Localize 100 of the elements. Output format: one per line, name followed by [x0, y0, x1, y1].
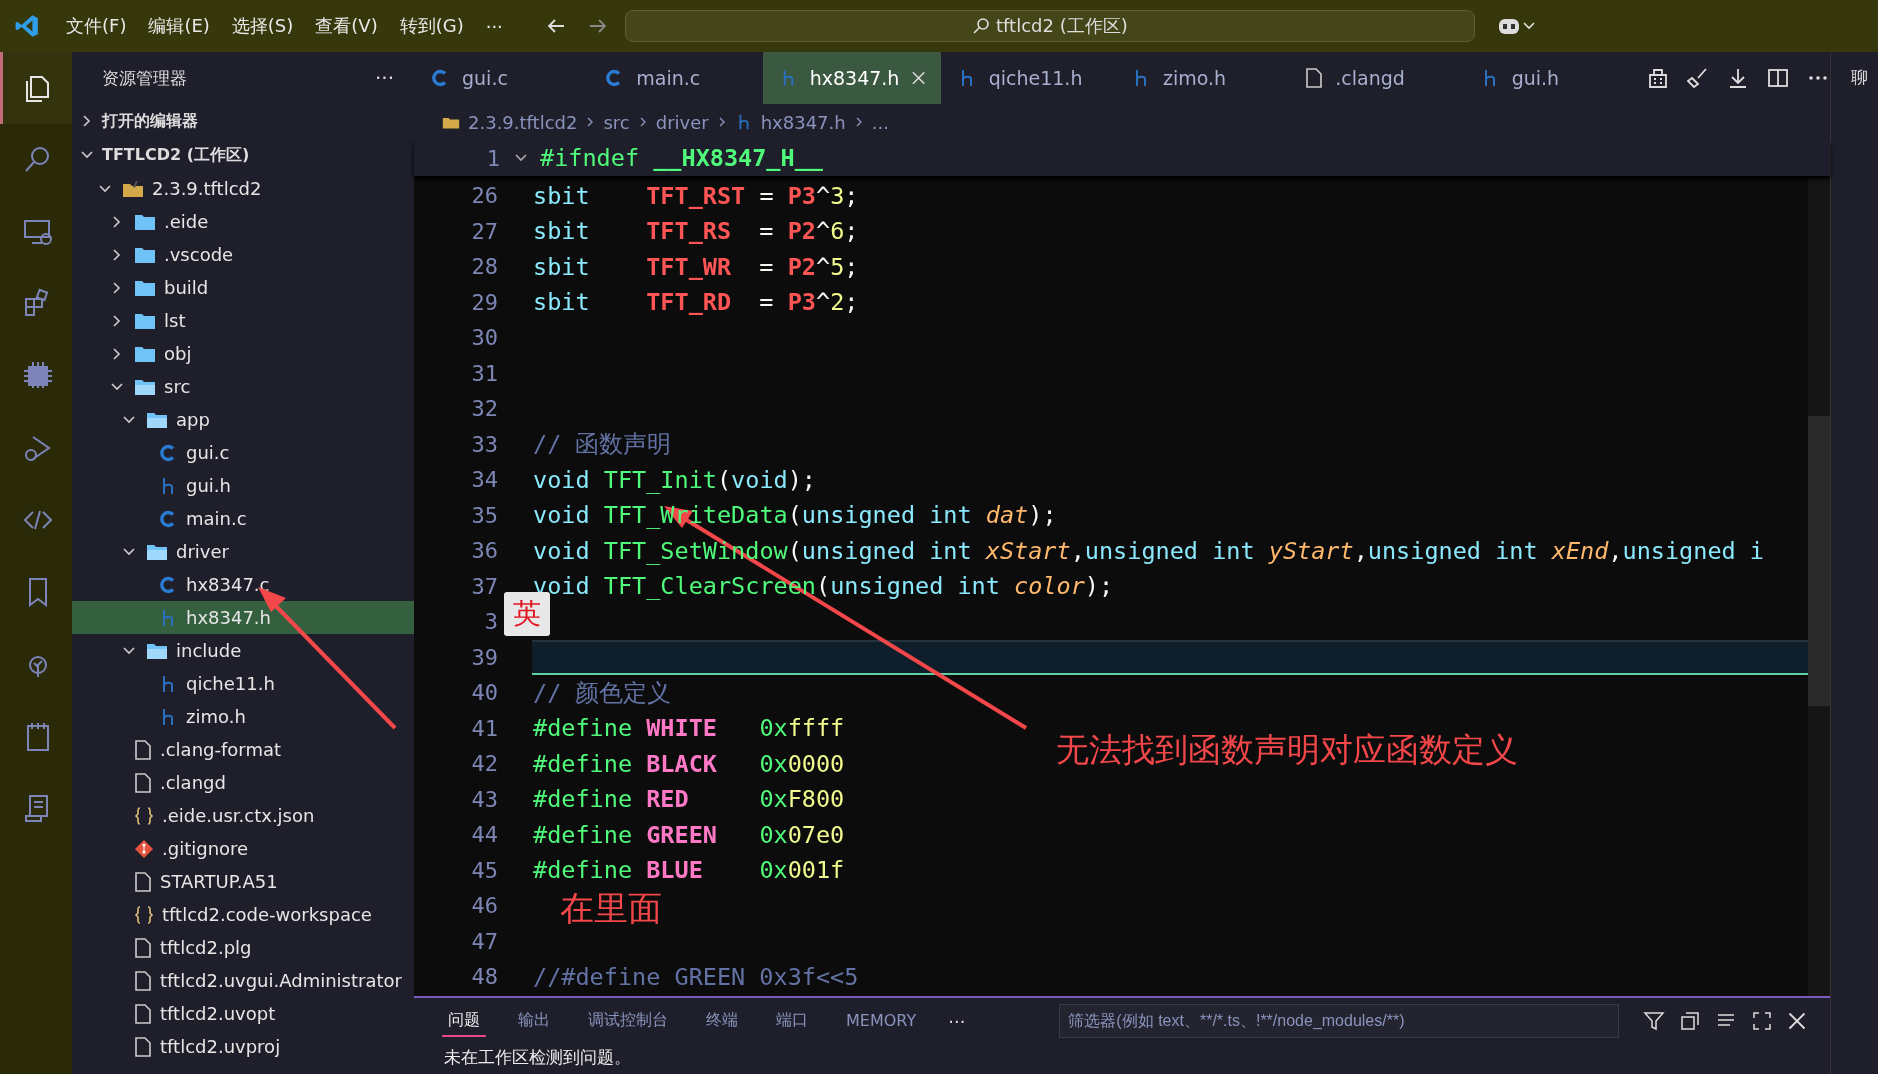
line-number: 31 — [470, 360, 498, 386]
line-number: 33 — [470, 431, 498, 457]
more-button[interactable]: ··· — [374, 66, 394, 90]
panel-title: 聊 — [1851, 67, 1868, 87]
tree-item[interactable]: obj — [72, 337, 414, 370]
editor-tab[interactable]: hx8347.h — [762, 52, 941, 104]
line-number: 41 — [470, 715, 498, 741]
filter-icon[interactable] — [1643, 1010, 1666, 1032]
activity-button[interactable] — [0, 52, 72, 124]
split-editor-icon[interactable] — [1765, 66, 1790, 90]
panel-tab[interactable]: MEMORY — [840, 1006, 923, 1036]
line-number: 48 — [470, 964, 498, 990]
editor-tab[interactable]: qiche11.h — [940, 52, 1115, 104]
tree-item[interactable]: .clang-format — [72, 733, 414, 766]
folder-icon — [146, 410, 168, 429]
filter-field[interactable]: 筛选器(例如 text、**/*.ts、!**/node_modules/**) — [1059, 1004, 1620, 1038]
menu-item[interactable]: 选择(S) — [231, 14, 294, 38]
file-icon — [134, 772, 152, 793]
tree-item[interactable]: hx8347.h — [72, 601, 414, 634]
braces-icon — [134, 904, 154, 925]
close-icon[interactable] — [911, 70, 927, 86]
braces-icon — [134, 805, 154, 826]
code-line: sbit TFT_WR = P2^5; — [533, 252, 859, 281]
broom-icon[interactable] — [1685, 66, 1710, 90]
tree-item[interactable]: lst — [72, 304, 414, 337]
tree-item[interactable]: app — [72, 403, 414, 436]
line-number: 27 — [470, 218, 498, 244]
more-button[interactable]: ··· — [948, 1010, 966, 1032]
editor-tab[interactable]: gui.c — [414, 52, 589, 104]
line-number: 32 — [470, 396, 498, 422]
folder-icon — [134, 245, 156, 264]
tree-item[interactable]: .gitignore — [72, 832, 414, 865]
editor-tab[interactable]: main.c — [588, 52, 763, 104]
tree-item[interactable]: build — [72, 271, 414, 304]
status-message: 未在工作区检测到问题。 — [443, 1046, 632, 1069]
line-number: 34 — [470, 467, 498, 493]
collapse-icon[interactable] — [1679, 1010, 1702, 1032]
menu-item[interactable]: 查看(V) — [315, 14, 378, 38]
breadcrumb-item[interactable]: 2.3.9.tftlcd2 — [468, 111, 578, 133]
code-comment: // 颜色定义 — [533, 677, 672, 709]
search-field[interactable]: tftlcd2 (工作区) — [624, 10, 1475, 42]
tree-item[interactable]: tftlcd2.code-workspace — [72, 898, 414, 931]
annotation-text: 无法找到函数声明对应函数定义 — [1056, 729, 1518, 771]
panel-title: 资源管理器 — [102, 66, 187, 90]
editor-tab[interactable]: .clangd — [1289, 52, 1464, 104]
tree-item[interactable]: main.c — [72, 502, 414, 535]
menu-item[interactable]: 转到(G) — [399, 14, 464, 38]
panel-tab[interactable]: 输出 — [512, 1005, 556, 1037]
close-icon[interactable] — [1787, 1011, 1808, 1031]
editor-tab[interactable]: zimo.h — [1115, 52, 1290, 104]
code-line: #ifndef __HX8347_H__ — [540, 144, 823, 172]
folder-icon — [134, 278, 156, 297]
tree-item[interactable]: 2.3.9.tftlcd2 — [72, 172, 414, 205]
git-icon — [134, 838, 154, 859]
section-header[interactable]: TFTLCD2 (工作区) — [72, 138, 414, 172]
tree-item[interactable]: tftlcd2.plg — [72, 931, 414, 964]
tree-item[interactable]: .eide — [72, 205, 414, 238]
code-line: sbit TFT_RST = P3^3; — [533, 181, 859, 210]
breadcrumb-item[interactable]: src — [603, 111, 630, 133]
section-header[interactable]: 打开的编辑器 — [72, 104, 414, 138]
menu-item[interactable]: 文件(F) — [66, 14, 127, 38]
line-number: 28 — [470, 254, 498, 280]
line-number: 3 — [483, 609, 498, 635]
tree-item[interactable]: .clangd — [72, 766, 414, 799]
tree-item[interactable]: STARTUP.A51 — [72, 865, 414, 898]
tree-item[interactable]: driver — [72, 535, 414, 568]
tree-item[interactable]: hx8347.c — [72, 568, 414, 601]
tree-item[interactable]: .vscode — [72, 238, 414, 271]
scrollbar[interactable] — [1808, 176, 1830, 996]
breadcrumb-item[interactable]: hx8347.h — [760, 111, 846, 133]
breadcrumb-item[interactable]: driver — [655, 111, 709, 133]
tree-item[interactable]: zimo.h — [72, 700, 414, 733]
line-number: 45 — [470, 857, 498, 883]
tree-item[interactable]: gui.c — [72, 436, 414, 469]
panel-tab[interactable]: 调试控制台 — [582, 1005, 674, 1037]
code-line: void TFT_Init(void); — [533, 465, 816, 494]
file-icon — [134, 1036, 152, 1057]
tree-item[interactable]: tftlcd2.uvproj — [72, 1030, 414, 1063]
code-line: #define BLUE 0x001f — [533, 856, 845, 885]
folder-icon — [146, 542, 168, 561]
more-menu[interactable]: ··· — [485, 15, 503, 37]
panel-tab[interactable]: 端口 — [770, 1005, 814, 1037]
line-number: 35 — [470, 502, 498, 528]
breadcrumb-item[interactable]: ... — [871, 111, 889, 133]
maximize-icon[interactable] — [1751, 1010, 1774, 1032]
tree-item[interactable]: gui.h — [72, 469, 414, 502]
panel-tab[interactable]: 问题 — [442, 1005, 486, 1037]
tree-item[interactable]: tftlcd2.uvopt — [72, 997, 414, 1030]
code-comment: // 函数声明 — [533, 429, 672, 461]
tree-item[interactable]: .eide.usr.ctx.json — [72, 799, 414, 832]
tree-item[interactable]: tftlcd2.uvgui.Administrator — [72, 964, 414, 997]
code-line: #define BLACK 0x0000 — [533, 749, 845, 778]
tree-item[interactable]: qiche11.h — [72, 667, 414, 700]
tree-item[interactable]: src — [72, 370, 414, 403]
file-icon — [134, 970, 152, 991]
menu-item[interactable]: 编辑(E) — [148, 14, 210, 38]
line-number: 42 — [470, 751, 498, 777]
editor-tab[interactable]: gui.h — [1463, 52, 1638, 104]
panel-tab[interactable]: 终端 — [700, 1005, 744, 1037]
tree-item[interactable]: include — [72, 634, 414, 667]
